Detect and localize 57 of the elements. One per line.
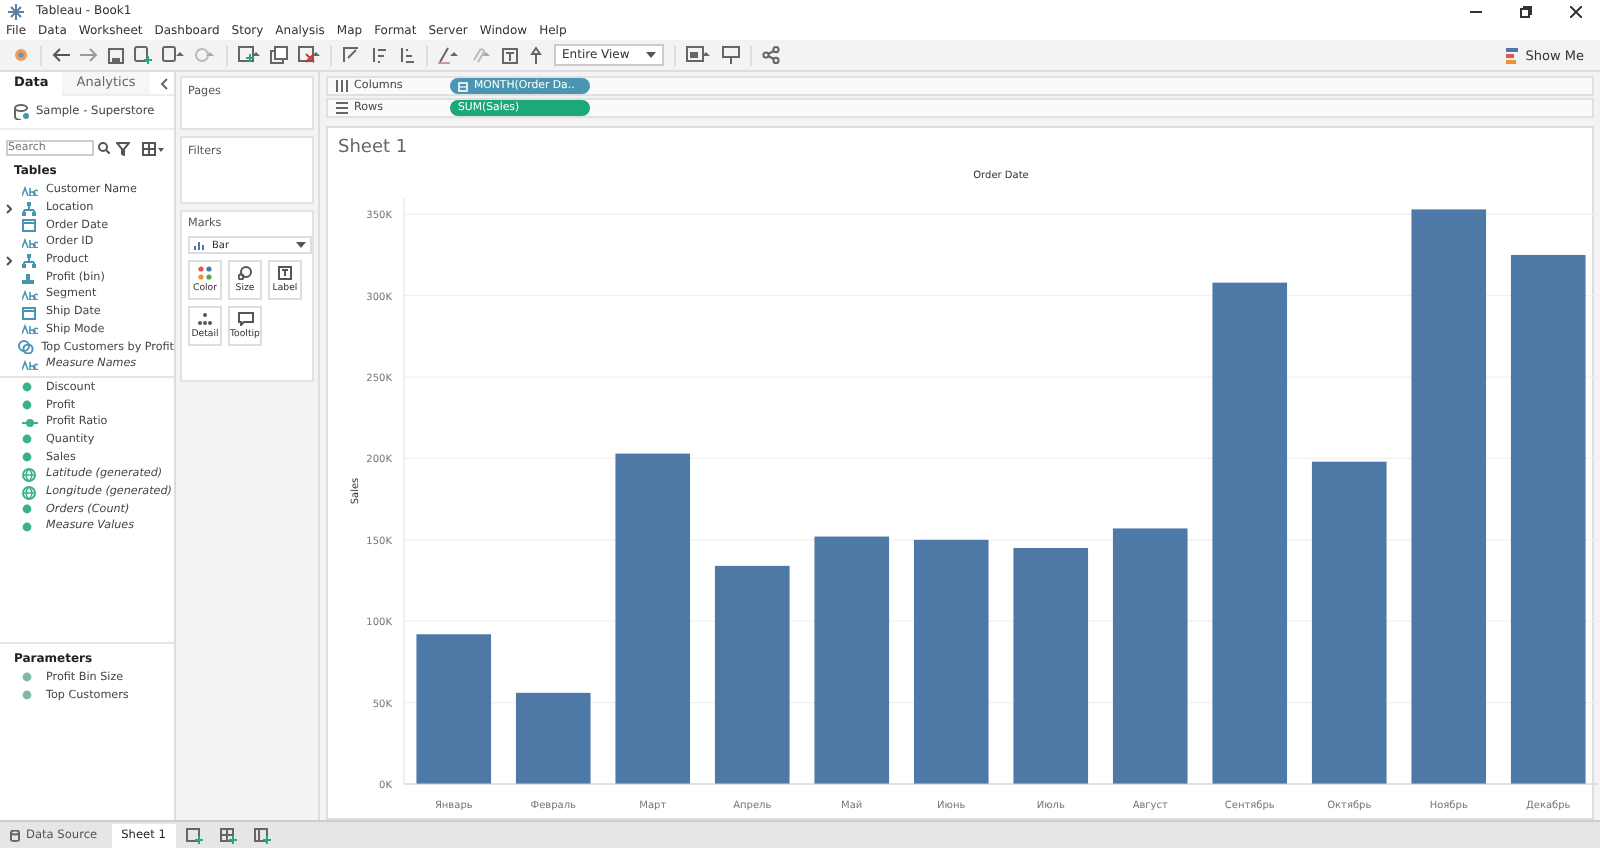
view-options-icon[interactable] [142, 141, 164, 155]
color-dots-icon [198, 266, 212, 280]
bar[interactable] [515, 692, 591, 784]
label-icon [278, 266, 292, 280]
new-dashboard-icon[interactable] [219, 827, 238, 843]
minimize-icon[interactable] [1470, 5, 1482, 17]
restore-icon[interactable] [1520, 5, 1532, 17]
text-type-icon [22, 324, 38, 335]
caret-icon [296, 242, 306, 248]
set-icon [17, 340, 34, 355]
tableau-logo-icon[interactable] [12, 46, 30, 64]
forward-arrow-icon[interactable] [80, 48, 98, 62]
tooltip-icon [237, 312, 253, 326]
collapse-icon[interactable] [160, 77, 168, 89]
sort-descending-icon[interactable] [398, 46, 416, 64]
sheet-title: Sheet 1 [336, 136, 410, 158]
close-icon[interactable] [1570, 5, 1582, 17]
hierarchy-icon [22, 253, 38, 268]
new-worksheet-icon[interactable] [238, 46, 260, 64]
highlight-pen-icon[interactable] [438, 46, 460, 64]
globe-icon [22, 467, 38, 482]
database-icon [10, 829, 20, 841]
new-datasource-icon[interactable] [134, 46, 152, 64]
calendar-icon [458, 81, 468, 91]
histogram-icon [22, 270, 38, 285]
new-story-icon[interactable] [253, 827, 272, 843]
text-type-icon [22, 185, 38, 196]
calculated-field-icon [22, 417, 38, 428]
app-logo-icon [8, 3, 24, 19]
sort-ascending-icon[interactable] [370, 46, 388, 64]
save-icon[interactable] [108, 47, 124, 63]
columns-icon [336, 80, 348, 92]
detail-dots-icon [198, 312, 212, 326]
caret-icon [645, 52, 656, 58]
calendar-icon [22, 305, 38, 320]
duplicate-sheet-icon[interactable] [270, 46, 288, 64]
text-type-icon [22, 359, 38, 370]
cards-toggle-icon[interactable] [685, 46, 712, 64]
database-icon [14, 104, 30, 120]
hierarchy-icon [22, 201, 38, 216]
text-type-icon [22, 289, 38, 300]
filter-icon[interactable] [116, 141, 130, 155]
label-toggle-icon[interactable] [502, 47, 518, 63]
share-icon[interactable] [761, 46, 780, 64]
rows-icon [336, 102, 348, 114]
swap-axes-icon[interactable] [342, 46, 360, 64]
presentation-icon[interactable] [721, 46, 740, 64]
size-circles-icon [238, 266, 252, 280]
globe-icon [22, 485, 38, 500]
text-type-icon [22, 237, 38, 248]
back-arrow-icon[interactable] [52, 48, 70, 62]
calendar-icon [22, 218, 38, 233]
new-worksheet-icon[interactable] [185, 827, 204, 843]
search-icon[interactable] [98, 142, 110, 154]
bar-chart-icon [194, 240, 206, 250]
clear-sheet-icon[interactable] [298, 46, 320, 64]
bar-chart-icon [1505, 47, 1520, 63]
